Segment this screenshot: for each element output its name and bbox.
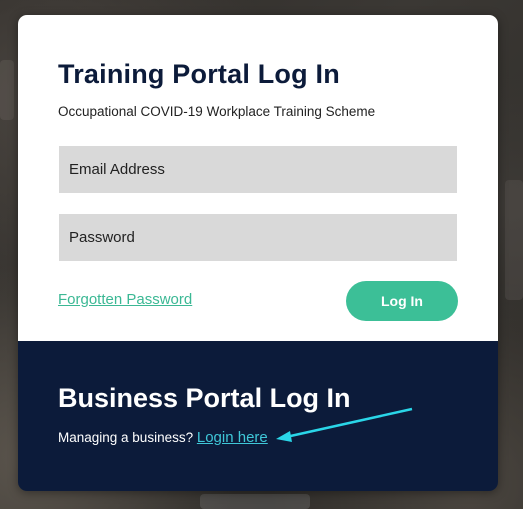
business-prompt-line: Managing a business? Login here — [58, 429, 268, 446]
training-portal-title: Training Portal Log In — [58, 59, 340, 89]
log-in-button[interactable]: Log In — [346, 281, 458, 321]
business-login-link[interactable]: Login here — [197, 429, 268, 446]
password-field[interactable] — [59, 214, 457, 261]
business-prompt-text: Managing a business? — [58, 430, 194, 445]
business-portal-section: Business Portal Log In Managing a busine… — [18, 341, 498, 491]
email-field[interactable] — [59, 146, 457, 193]
training-portal-subtitle: Occupational COVID-19 Workplace Training… — [58, 104, 376, 119]
background-decor — [505, 180, 523, 300]
business-portal-title: Business Portal Log In — [58, 383, 351, 413]
training-portal-section: Training Portal Log In Occupational COVI… — [18, 15, 498, 341]
forgotten-password-link[interactable]: Forgotten Password — [58, 291, 192, 308]
background-decor — [0, 60, 14, 120]
background-decor — [200, 494, 310, 509]
login-card: Training Portal Log In Occupational COVI… — [18, 15, 498, 491]
